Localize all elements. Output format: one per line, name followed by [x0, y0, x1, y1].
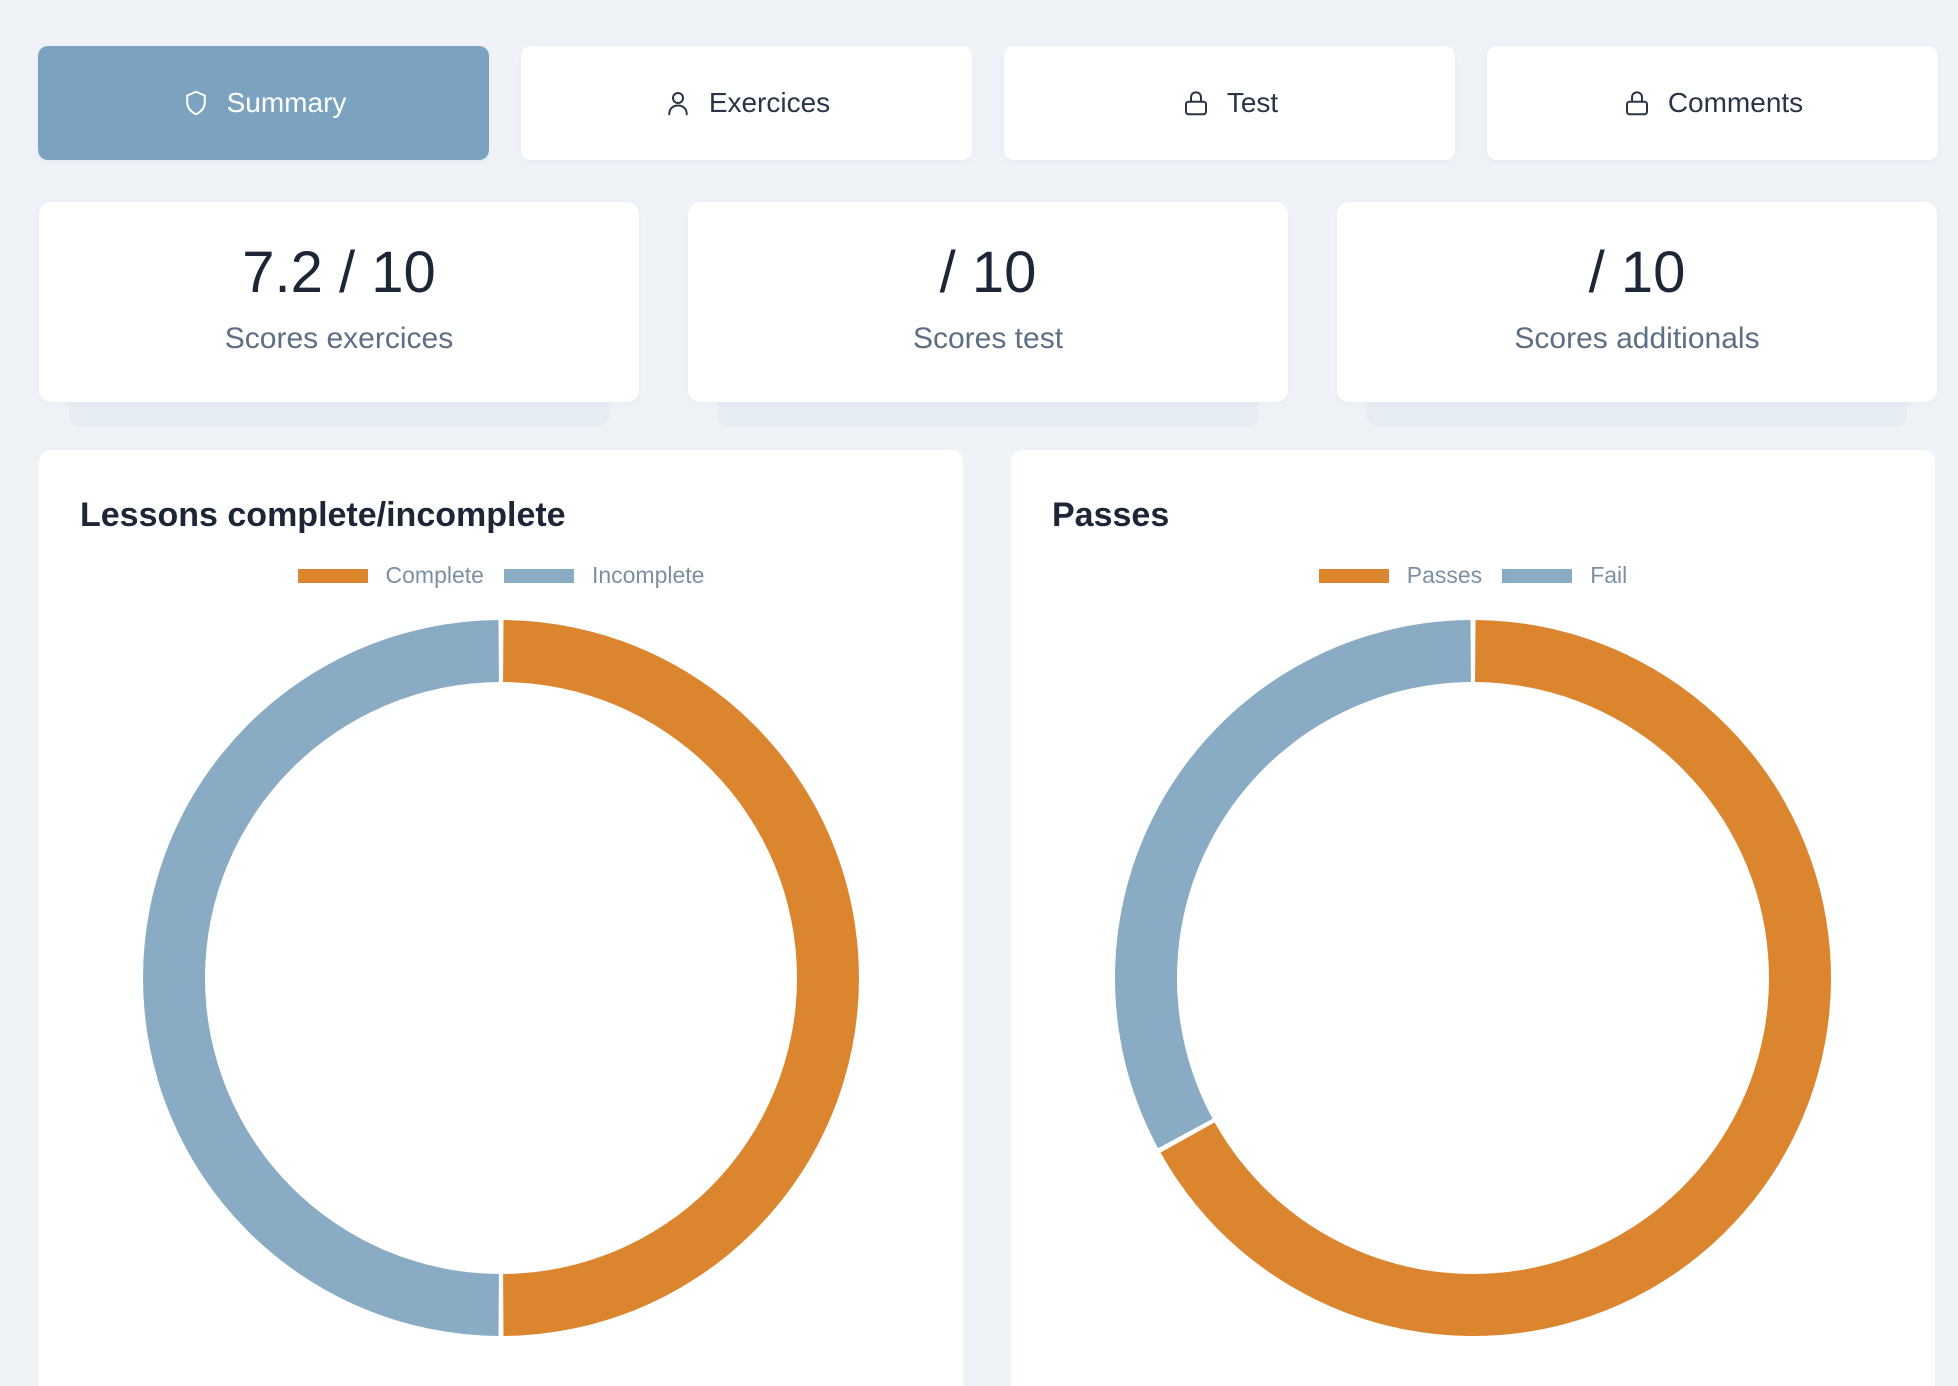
tab-exercices[interactable]: Exercices — [521, 46, 972, 160]
tab-summary-label: Summary — [226, 87, 347, 118]
tab-test[interactable]: Test — [1004, 46, 1455, 160]
score-label: Scores test — [912, 322, 1064, 355]
lock-icon — [1181, 88, 1211, 118]
score-value: / 10 — [939, 240, 1037, 305]
donut-chart-passes — [1115, 620, 1831, 1336]
score-card-body: 7.2 / 10 Scores exercices — [39, 202, 639, 402]
tab-exercices-label: Exercices — [708, 87, 831, 118]
chart-panel-passes: Passes Passes Fail — [1011, 450, 1935, 1386]
tab-summary[interactable]: Summary — [38, 46, 489, 160]
donut-slice-complete[interactable] — [503, 620, 859, 1336]
score-label: Scores exercices — [224, 322, 454, 355]
tab-comments[interactable]: Comments — [1487, 46, 1938, 160]
score-value: / 10 — [1588, 240, 1686, 305]
donut-slice-incomplete[interactable] — [143, 620, 499, 1336]
user-icon — [663, 88, 693, 118]
donut-slice-fail[interactable] — [1115, 620, 1471, 1149]
score-card-body: / 10 Scores additionals — [1337, 202, 1937, 402]
score-label: Scores additionals — [1514, 322, 1760, 355]
lock-icon — [1622, 88, 1652, 118]
donut-chart-lessons — [143, 620, 859, 1336]
score-card-test: / 10 Scores test — [688, 202, 1288, 426]
tab-test-label: Test — [1226, 87, 1279, 118]
score-card-additionals: / 10 Scores additionals — [1337, 202, 1937, 426]
score-value: 7.2 / 10 — [242, 240, 436, 305]
shield-icon — [181, 88, 211, 118]
tab-bar: Summary Exercices Test Comments — [38, 46, 1938, 160]
tab-comments-label: Comments — [1667, 87, 1804, 118]
score-card-exercices: 7.2 / 10 Scores exercices — [39, 202, 639, 426]
chart-panel-lessons: Lessons complete/incomplete Complete Inc… — [39, 450, 963, 1386]
score-card-body: / 10 Scores test — [688, 202, 1288, 402]
